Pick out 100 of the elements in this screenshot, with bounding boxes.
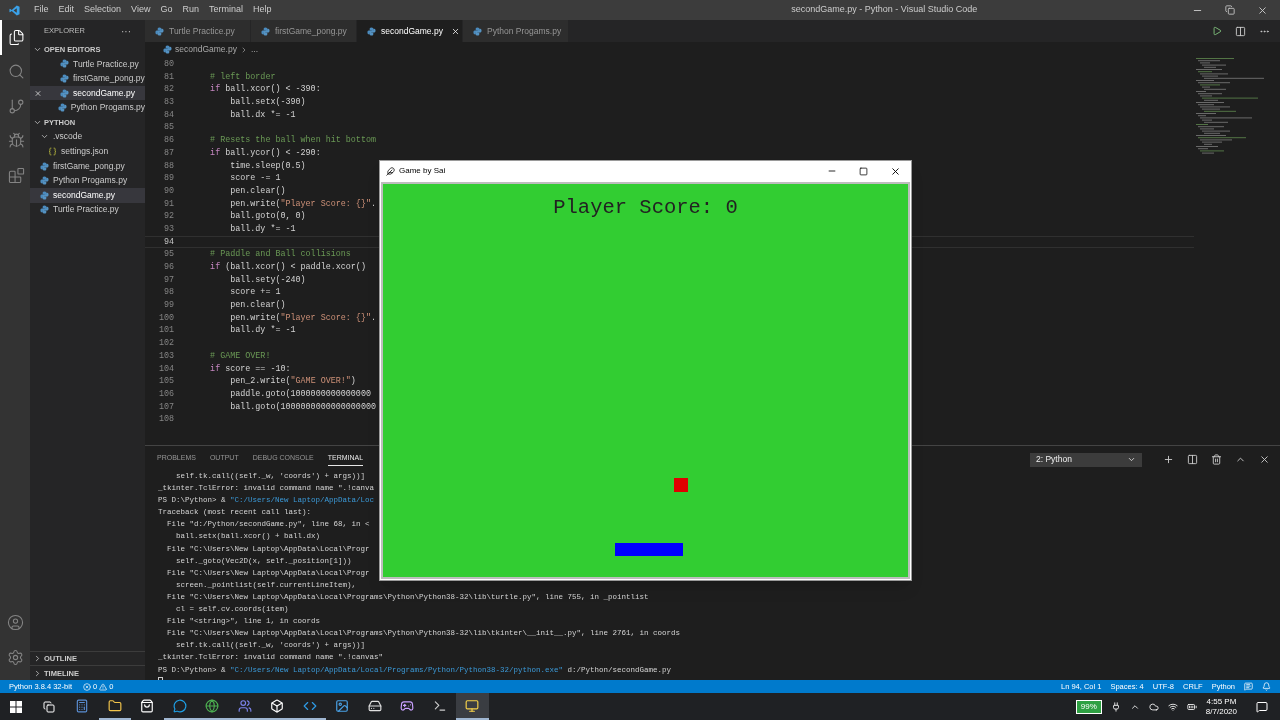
menu-item[interactable]: Run bbox=[177, 3, 204, 17]
menu-item[interactable]: Selection bbox=[79, 3, 127, 17]
python-file-icon bbox=[60, 74, 69, 83]
python-file-icon bbox=[40, 176, 49, 186]
windows-logo-icon bbox=[10, 700, 22, 713]
menu-item[interactable]: View bbox=[126, 3, 156, 17]
taskbar-app[interactable] bbox=[456, 693, 489, 720]
menu-item[interactable]: Edit bbox=[53, 3, 80, 17]
notifications-icon[interactable] bbox=[1256, 700, 1268, 713]
explorer-item[interactable]: firstGame_pong.py bbox=[30, 158, 145, 174]
score-text: Player Score: 0 bbox=[553, 195, 738, 221]
close-icon[interactable] bbox=[1257, 4, 1268, 16]
bell-icon[interactable] bbox=[1262, 682, 1271, 691]
paddle bbox=[615, 543, 683, 556]
line-number: 97 bbox=[162, 273, 174, 287]
line-number: 91 bbox=[162, 197, 174, 211]
python-file-icon bbox=[40, 161, 49, 171]
plug-icon[interactable] bbox=[1110, 701, 1121, 712]
split-terminal-icon[interactable] bbox=[1187, 454, 1198, 465]
search-icon[interactable] bbox=[7, 63, 25, 81]
code-line: if ball.xcor() < -390: bbox=[209, 83, 321, 96]
line-number: 98 bbox=[162, 286, 174, 299]
terminal-select[interactable]: 2: Python bbox=[1030, 452, 1142, 467]
app-logo-icon bbox=[9, 4, 20, 16]
python-file-icon bbox=[40, 205, 49, 215]
code-line: if ball.ycor() < -290: bbox=[209, 146, 321, 160]
line-number: 82 bbox=[162, 83, 174, 96]
python-file-icon bbox=[60, 59, 69, 69]
menu-item[interactable]: Terminal bbox=[203, 3, 248, 17]
line-number: 103 bbox=[157, 349, 174, 363]
python-file-icon bbox=[261, 26, 270, 36]
clock[interactable]: 4:55 PM 8/7/2020 bbox=[1205, 696, 1237, 717]
bug-icon[interactable] bbox=[7, 132, 25, 150]
split-editor-icon[interactable] bbox=[1235, 25, 1246, 37]
line-number: 101 bbox=[157, 324, 174, 338]
code-line: ball.dy *= -1 bbox=[229, 222, 296, 236]
line-number: 104 bbox=[157, 362, 174, 376]
breadcrumb-item[interactable]: secondGame.py bbox=[175, 43, 237, 56]
close-icon[interactable] bbox=[890, 165, 901, 177]
wifi-icon[interactable] bbox=[1167, 701, 1178, 712]
close-icon[interactable] bbox=[451, 26, 460, 36]
image-icon bbox=[335, 698, 350, 713]
battery-icon[interactable] bbox=[1186, 701, 1197, 712]
warning-icon bbox=[99, 682, 108, 691]
menu-item[interactable]: Help bbox=[247, 3, 277, 17]
explorer-item[interactable]: Python Progams.py bbox=[30, 173, 145, 188]
editor-tab[interactable]: Python Progams.py bbox=[463, 20, 569, 42]
code-line: pen.write("Player Score: {}". bbox=[229, 197, 376, 211]
editor-tab[interactable]: secondGame.py bbox=[357, 20, 463, 42]
settings-icon[interactable] bbox=[6, 649, 24, 666]
cloud-icon[interactable] bbox=[1148, 701, 1159, 712]
close-icon[interactable] bbox=[1259, 454, 1270, 465]
error-icon bbox=[82, 682, 91, 691]
line-number: 92 bbox=[162, 210, 174, 223]
open-editor-item[interactable]: secondGame.py bbox=[30, 85, 145, 101]
python-file-icon bbox=[155, 26, 164, 36]
folder-icon bbox=[107, 698, 122, 713]
explorer-item[interactable]: secondGame.py bbox=[30, 187, 145, 203]
add-icon[interactable] bbox=[1163, 454, 1174, 465]
line-number: 81 bbox=[162, 70, 174, 84]
maximize-icon[interactable] bbox=[859, 166, 868, 176]
battery-level: 99% bbox=[1075, 699, 1102, 714]
menu-item[interactable]: Go bbox=[155, 3, 178, 17]
explorer-item[interactable]: .vscode bbox=[30, 129, 145, 145]
code-line: # left border bbox=[209, 70, 276, 84]
task-view-icon[interactable] bbox=[43, 700, 55, 713]
python-file-icon bbox=[40, 190, 49, 200]
line-number: 88 bbox=[162, 159, 174, 173]
explorer-item[interactable]: Turtle Practice.py bbox=[30, 202, 145, 218]
editor-tab[interactable]: firstGame_pong.py bbox=[251, 20, 357, 42]
code-line: pen.write("Player Score: {}". bbox=[229, 311, 376, 325]
run-icon[interactable] bbox=[1212, 26, 1222, 36]
line-number: 106 bbox=[157, 387, 174, 401]
python-file-icon bbox=[367, 26, 376, 36]
code-line: paddle.goto(1000000000000000 bbox=[229, 387, 371, 401]
breadcrumb-item[interactable]: ... bbox=[250, 43, 258, 56]
branch-icon[interactable] bbox=[7, 97, 25, 115]
feedback-icon[interactable] bbox=[1244, 682, 1253, 691]
open-editor-item[interactable]: firstGame_pong.py bbox=[30, 71, 145, 86]
code-line: ball.dy *= -1 bbox=[229, 324, 296, 338]
editor-tab[interactable]: Turtle Practice.py bbox=[145, 20, 251, 42]
extensions-icon[interactable] bbox=[7, 166, 25, 184]
line-number: 86 bbox=[162, 134, 174, 147]
restore-icon[interactable] bbox=[1225, 5, 1235, 15]
code-line: pen.clear() bbox=[229, 184, 286, 198]
more-actions[interactable]: ··· bbox=[121, 23, 131, 39]
line-number: 100 bbox=[157, 311, 174, 325]
drive-icon bbox=[367, 698, 382, 713]
line-number: 93 bbox=[162, 222, 174, 236]
open-editor-item[interactable]: Turtle Practice.py bbox=[30, 56, 145, 72]
explorer-item[interactable]: settings.json bbox=[30, 144, 145, 159]
open-editor-item[interactable]: Python Progams.py bbox=[30, 100, 145, 115]
trash-icon[interactable] bbox=[1211, 454, 1222, 465]
line-number: 96 bbox=[162, 261, 174, 274]
account-icon[interactable] bbox=[6, 614, 24, 631]
menu-item[interactable]: File bbox=[29, 3, 54, 17]
terminal-icon bbox=[432, 698, 447, 713]
files-icon[interactable] bbox=[7, 28, 25, 46]
monitor-icon bbox=[465, 698, 480, 713]
line-number: 99 bbox=[162, 299, 174, 312]
